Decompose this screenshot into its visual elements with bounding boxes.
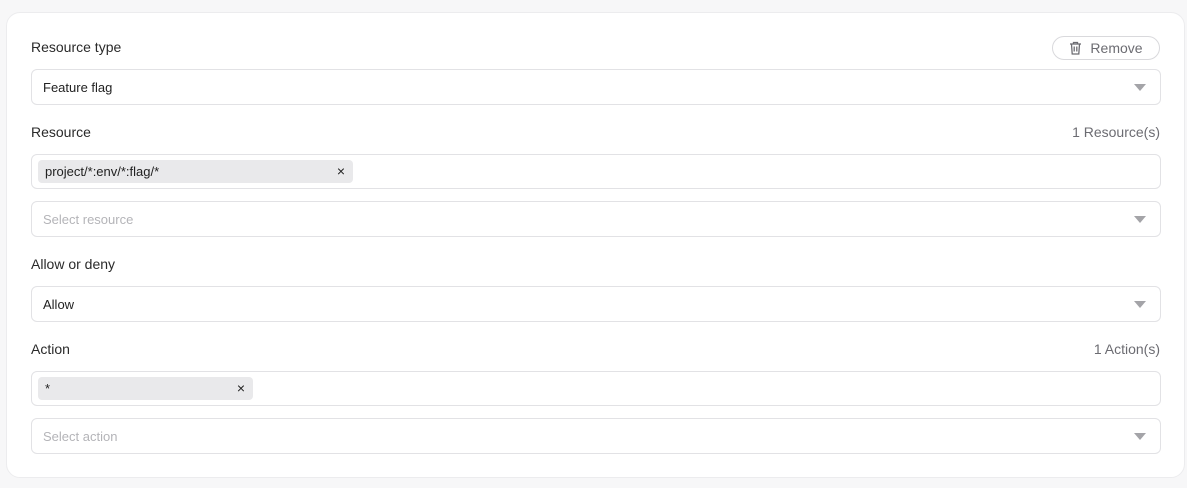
trash-icon — [1069, 41, 1082, 55]
action-select-placeholder: Select action — [43, 428, 118, 444]
close-icon[interactable]: × — [334, 164, 348, 178]
resource-tag: project/*:env/*:flag/* × — [38, 160, 353, 183]
resource-tag-label: project/*:env/*:flag/* — [45, 164, 160, 179]
action-select[interactable]: Select action — [31, 418, 1161, 454]
resource-type-select[interactable]: Feature flag — [31, 69, 1161, 105]
caret-down-icon — [1134, 301, 1146, 308]
action-tag-label: * — [45, 381, 51, 396]
action-label: Action — [31, 341, 70, 357]
resource-type-label: Resource type — [31, 39, 122, 55]
allow-deny-value: Allow — [43, 296, 75, 312]
resource-label: Resource — [31, 124, 91, 140]
caret-down-icon — [1134, 216, 1146, 223]
allow-deny-select[interactable]: Allow — [31, 286, 1161, 322]
action-tag: * × — [38, 377, 253, 400]
remove-button-label: Remove — [1090, 40, 1143, 56]
remove-button[interactable]: Remove — [1052, 36, 1160, 60]
resource-type-value: Feature flag — [43, 79, 113, 95]
resource-select[interactable]: Select resource — [31, 201, 1161, 237]
resource-count: 1 Resource(s) — [1072, 124, 1160, 140]
resource-select-placeholder: Select resource — [43, 211, 134, 227]
caret-down-icon — [1134, 433, 1146, 440]
caret-down-icon — [1134, 84, 1146, 91]
close-icon[interactable]: × — [234, 381, 248, 395]
action-tags-box[interactable]: * × — [31, 371, 1161, 406]
resource-tags-box[interactable]: project/*:env/*:flag/* × — [31, 154, 1161, 189]
policy-statement-card: Resource type Remove Feature flag Resour… — [6, 12, 1185, 478]
action-count: 1 Action(s) — [1093, 341, 1160, 357]
allow-deny-label: Allow or deny — [31, 256, 116, 272]
